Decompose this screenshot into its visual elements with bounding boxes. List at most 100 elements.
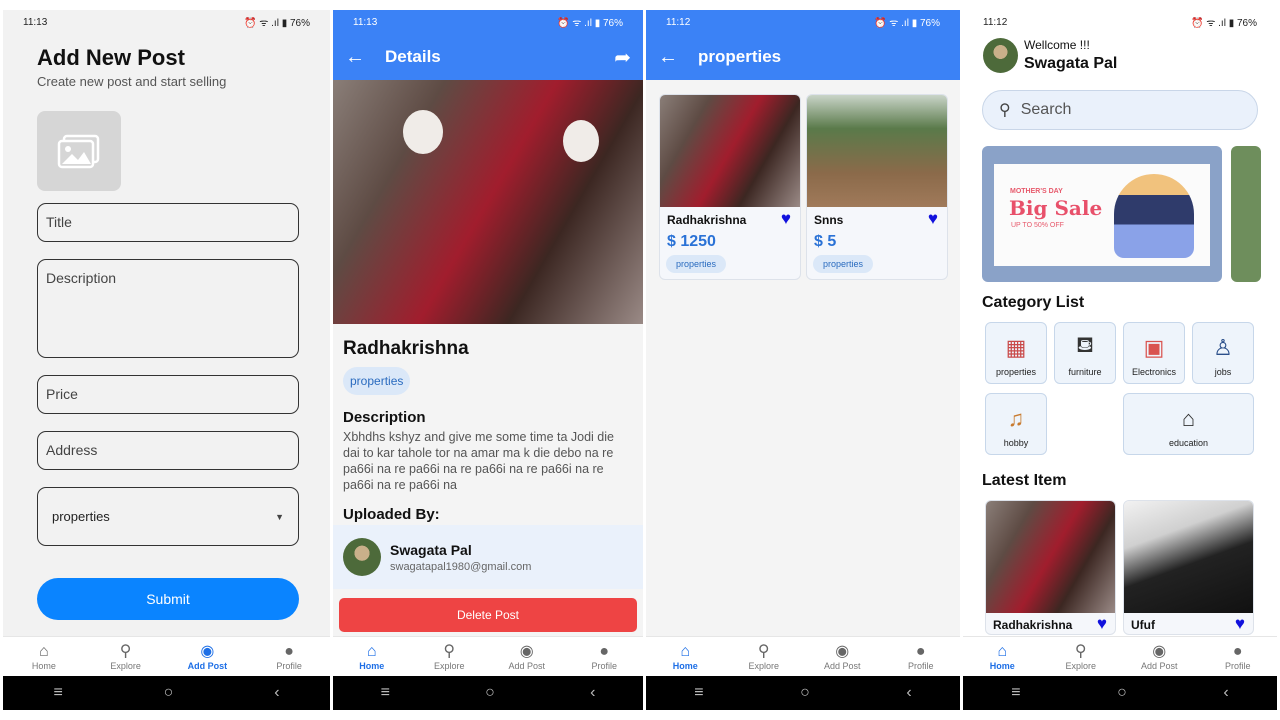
back-chevron-icon[interactable]: ‹ <box>906 684 911 702</box>
category-furniture[interactable]: ⛾ furniture <box>1054 322 1116 384</box>
nav-home-label: Home <box>672 660 698 671</box>
category-properties[interactable]: ▦ properties <box>985 322 1047 384</box>
address-field[interactable]: Address <box>37 431 299 470</box>
home-circle-icon[interactable]: ○ <box>164 684 174 702</box>
nav-add-post-label: Add Post <box>823 660 861 671</box>
product-name: Radhakrishna <box>343 338 469 359</box>
back-arrow-icon[interactable]: ← <box>658 46 698 69</box>
search-input[interactable]: ⚲ Search <box>982 90 1258 130</box>
banner-offer-text: UP TO 50% OFF <box>1011 222 1064 229</box>
recent-apps-icon[interactable]: ≡ <box>53 684 62 702</box>
home-screen: 11:12 ⏰ ᯤ .ıl ▮ 76% Wellcome !!! Swagata… <box>963 10 1277 710</box>
product-image <box>986 501 1115 613</box>
nav-profile[interactable]: ● Profile <box>1199 637 1278 676</box>
home-circle-icon[interactable]: ○ <box>800 684 810 702</box>
category-label: properties <box>995 367 1037 377</box>
avatar <box>343 538 381 576</box>
nav-profile[interactable]: ● Profile <box>882 637 961 676</box>
product-name: Ufuf <box>1131 618 1155 632</box>
nav-profile[interactable]: ● Profile <box>248 637 330 676</box>
category-hobby[interactable]: ♫ hobby <box>985 393 1047 455</box>
title-field[interactable]: Title <box>37 203 299 242</box>
category-chip[interactable]: properties <box>343 367 411 395</box>
image-picker[interactable] <box>37 111 121 191</box>
nav-add-post-label: Add Post <box>508 660 546 671</box>
heart-icon[interactable]: ♥ <box>1235 614 1245 634</box>
category-chip[interactable]: properties <box>666 255 727 273</box>
nav-home[interactable]: ⌂ Home <box>963 637 1042 676</box>
home-circle-icon[interactable]: ○ <box>485 684 495 702</box>
nav-add-post[interactable]: ◉ Add Post <box>488 637 566 676</box>
heart-icon[interactable]: ♥ <box>928 209 938 229</box>
camera-icon: ◉ <box>519 642 534 660</box>
system-nav-bar: ≡ ○ ‹ <box>333 676 643 710</box>
price-field[interactable]: Price <box>37 375 299 414</box>
category-jobs[interactable]: ♙ jobs <box>1192 322 1254 384</box>
product-name: Radhakrishna <box>993 618 1073 632</box>
promo-banner[interactable]: MOTHER'S DAY Big Sale UP TO 50% OFF <box>982 146 1222 282</box>
back-chevron-icon[interactable]: ‹ <box>1223 684 1228 702</box>
back-arrow-icon[interactable]: ← <box>345 46 385 69</box>
recent-apps-icon[interactable]: ≡ <box>381 684 390 702</box>
category-select[interactable]: properties ▼ <box>37 487 299 546</box>
product-card[interactable]: Radhakrishna ♥ $ 1250 properties <box>659 94 801 280</box>
recent-apps-icon[interactable]: ≡ <box>694 684 703 702</box>
share-icon[interactable]: ➦ <box>614 45 631 70</box>
nav-home[interactable]: ⌂ Home <box>3 637 85 676</box>
status-bar: 11:13 ⏰ ᯤ .ıl ▮ 76% <box>333 10 643 34</box>
nav-explore[interactable]: ⚲ Explore <box>411 637 489 676</box>
nav-add-post[interactable]: ◉ Add Post <box>167 637 249 676</box>
nav-add-post-label: Add Post <box>187 660 228 671</box>
nav-explore-label: Explore <box>433 660 465 671</box>
nav-add-post[interactable]: ◉ Add Post <box>803 637 882 676</box>
page-title: Add New Post <box>37 45 185 70</box>
app-bar-title: properties <box>698 47 782 66</box>
uploader-card: Swagata Pal swagatapal1980@gmail.com <box>333 525 643 589</box>
product-card[interactable]: Snns ♥ $ 5 properties <box>806 94 948 280</box>
back-chevron-icon[interactable]: ‹ <box>590 684 595 702</box>
nav-add-post-label: Add Post <box>1140 660 1178 671</box>
nav-home[interactable]: ⌂ Home <box>333 637 411 676</box>
building-icon: ▦ <box>1005 335 1027 360</box>
recent-apps-icon[interactable]: ≡ <box>1011 684 1020 702</box>
latest-item-card[interactable]: Radhakrishna ♥ <box>985 500 1116 635</box>
avatar[interactable] <box>983 38 1018 73</box>
category-education[interactable]: ⌂ education <box>1123 393 1254 455</box>
delete-post-button[interactable]: Delete Post <box>339 598 637 632</box>
system-nav-bar: ≡ ○ ‹ <box>3 676 330 710</box>
status-icons: ⏰ ᯤ .ıl ▮ 76% <box>874 18 940 29</box>
nav-explore[interactable]: ⚲ Explore <box>85 637 167 676</box>
chip-icon: ▣ <box>1143 335 1165 360</box>
product-name: Radhakrishna <box>667 213 747 227</box>
status-time: 11:13 <box>353 16 378 28</box>
app-bar: ← Details ➦ <box>333 34 643 80</box>
description-field[interactable]: Description <box>37 259 299 358</box>
nav-home[interactable]: ⌂ Home <box>646 637 725 676</box>
product-price: $ 1250 <box>667 233 716 250</box>
home-circle-icon[interactable]: ○ <box>1117 684 1127 702</box>
back-chevron-icon[interactable]: ‹ <box>274 684 279 702</box>
nav-profile-label: Profile <box>907 660 934 671</box>
nav-profile[interactable]: ● Profile <box>566 637 644 676</box>
status-bar: 11:13 ⏰ ᯤ .ıl ▮ 76% <box>3 10 330 34</box>
category-chip[interactable]: properties <box>813 255 874 273</box>
status-time: 11:13 <box>23 16 48 28</box>
status-bar-bg: 11:12 ⏰ ᯤ .ıl ▮ 76% <box>646 10 960 34</box>
camera-icon: ◉ <box>835 642 850 660</box>
image-icon <box>57 134 100 169</box>
promo-banner-next[interactable] <box>1231 146 1261 282</box>
system-nav-bar: ≡ ○ ‹ <box>963 676 1277 710</box>
heart-icon[interactable]: ♥ <box>781 209 791 229</box>
submit-button[interactable]: Submit <box>37 578 299 620</box>
heart-icon[interactable]: ♥ <box>1097 614 1107 634</box>
nav-explore[interactable]: ⚲ Explore <box>1042 637 1121 676</box>
latest-item-card[interactable]: Ufuf ♥ <box>1123 500 1254 635</box>
nav-add-post[interactable]: ◉ Add Post <box>1120 637 1199 676</box>
nav-profile-label: Profile <box>1224 660 1251 671</box>
category-electronics[interactable]: ▣ Electronics <box>1123 322 1185 384</box>
search-icon: ⚲ <box>757 642 770 660</box>
category-list-heading: Category List <box>982 294 1085 311</box>
nav-home-label: Home <box>31 660 56 671</box>
nav-explore[interactable]: ⚲ Explore <box>725 637 804 676</box>
home-icon: ⌂ <box>680 642 691 660</box>
